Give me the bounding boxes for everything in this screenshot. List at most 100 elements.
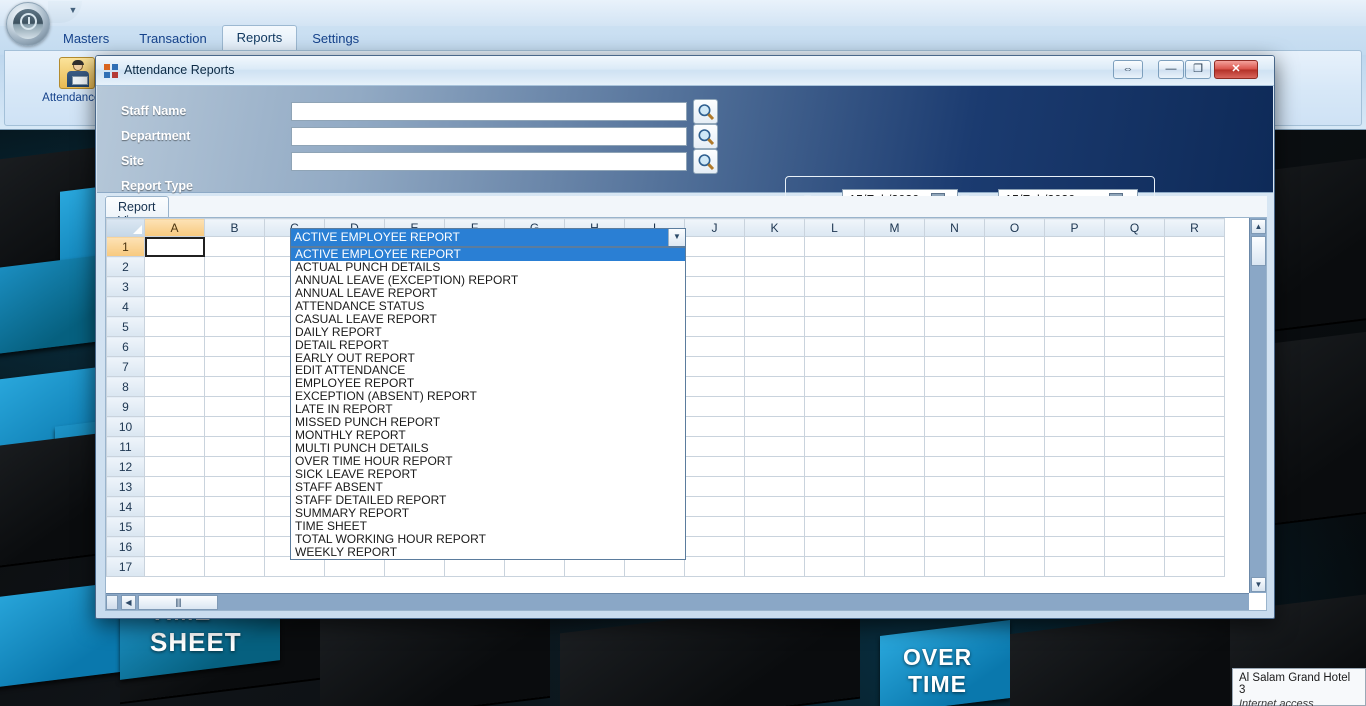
grid-cell[interactable] <box>1044 536 1105 557</box>
grid-cell[interactable] <box>204 536 265 557</box>
grid-cell[interactable] <box>864 316 925 337</box>
grid-cell[interactable] <box>864 256 925 277</box>
grid-cell[interactable] <box>744 296 805 317</box>
grid-cell[interactable] <box>924 536 985 557</box>
grid-cell[interactable] <box>684 416 745 437</box>
grid-cell[interactable] <box>924 356 985 377</box>
grid-cell[interactable] <box>1164 316 1225 337</box>
grid-cell[interactable] <box>984 416 1045 437</box>
column-header-p[interactable]: P <box>1044 218 1105 237</box>
grid-cell[interactable] <box>144 256 205 277</box>
hscroll-thumb[interactable]: |||| <box>138 595 218 610</box>
grid-cell[interactable] <box>804 496 865 517</box>
grid-cell[interactable] <box>924 296 985 317</box>
grid-cell[interactable] <box>804 556 865 577</box>
grid-cell[interactable] <box>864 236 925 257</box>
grid-cell[interactable] <box>804 256 865 277</box>
grid-cell[interactable] <box>744 376 805 397</box>
grid-cell[interactable] <box>1044 556 1105 577</box>
grid-cell[interactable] <box>984 276 1045 297</box>
report-type-combobox[interactable]: ACTIVE EMPLOYEE REPORT ▼ <box>290 228 686 247</box>
grid-cell[interactable] <box>684 536 745 557</box>
select-all-corner[interactable] <box>106 218 145 237</box>
grid-cell[interactable] <box>924 396 985 417</box>
grid-cell[interactable] <box>1164 296 1225 317</box>
grid-cell[interactable] <box>1104 236 1165 257</box>
grid-cell[interactable] <box>564 556 625 577</box>
grid-cell[interactable] <box>144 436 205 457</box>
grid-cell[interactable] <box>744 516 805 537</box>
grid-cell[interactable] <box>744 436 805 457</box>
grid-cell[interactable] <box>804 516 865 537</box>
dropdown-option[interactable]: DAILY REPORT <box>291 325 685 339</box>
grid-cell[interactable] <box>1044 496 1105 517</box>
grid-cell[interactable] <box>1044 456 1105 477</box>
grid-cell[interactable] <box>1104 296 1165 317</box>
grid-cell[interactable] <box>984 456 1045 477</box>
grid-cell[interactable] <box>804 236 865 257</box>
row-header-8[interactable]: 8 <box>106 376 145 397</box>
row-header-4[interactable]: 4 <box>106 296 145 317</box>
dropdown-option[interactable]: ACTIVE EMPLOYEE REPORT <box>291 248 685 261</box>
grid-cell[interactable] <box>684 496 745 517</box>
grid-cell[interactable] <box>1164 516 1225 537</box>
grid-cell[interactable] <box>684 476 745 497</box>
dropdown-option[interactable]: SUMMARY REPORT <box>291 506 685 520</box>
grid-cell[interactable] <box>684 456 745 477</box>
grid-cell[interactable] <box>924 276 985 297</box>
column-header-o[interactable]: O <box>984 218 1045 237</box>
grid-cell[interactable] <box>204 336 265 357</box>
grid-cell[interactable] <box>204 516 265 537</box>
grid-cell[interactable] <box>144 416 205 437</box>
hscroll-split-handle[interactable] <box>106 595 118 610</box>
grid-cell[interactable] <box>804 296 865 317</box>
row-header-11[interactable]: 11 <box>106 436 145 457</box>
grid-cell[interactable] <box>144 536 205 557</box>
column-header-q[interactable]: Q <box>1104 218 1165 237</box>
report-type-dropdown-list[interactable]: ACTIVE EMPLOYEE REPORT ACTUAL PUNCH DETAI… <box>290 247 686 560</box>
grid-cell[interactable] <box>204 556 265 577</box>
grid-cell[interactable] <box>924 476 985 497</box>
column-header-j[interactable]: J <box>684 218 745 237</box>
grid-cell[interactable] <box>204 416 265 437</box>
grid-cell[interactable] <box>204 496 265 517</box>
grid-cell[interactable] <box>1164 496 1225 517</box>
grid-cell[interactable] <box>204 436 265 457</box>
close-button[interactable]: ✕ <box>1214 60 1258 79</box>
grid-cell[interactable] <box>984 496 1045 517</box>
grid-cell[interactable] <box>1164 356 1225 377</box>
grid-cell[interactable] <box>144 336 205 357</box>
grid-cell[interactable] <box>864 356 925 377</box>
row-header-10[interactable]: 10 <box>106 416 145 437</box>
grid-cell[interactable] <box>744 416 805 437</box>
row-header-1[interactable]: 1 <box>106 236 145 257</box>
grid-cell[interactable] <box>324 556 385 577</box>
tab-masters[interactable]: Masters <box>48 26 124 51</box>
department-lookup-magnifier-icon[interactable] <box>693 124 718 149</box>
grid-cell[interactable] <box>744 456 805 477</box>
vscroll-thumb[interactable] <box>1251 226 1266 266</box>
grid-cell[interactable] <box>924 316 985 337</box>
grid-cell[interactable] <box>204 276 265 297</box>
grid-cell[interactable] <box>744 396 805 417</box>
row-header-5[interactable]: 5 <box>106 316 145 337</box>
grid-cell[interactable] <box>684 236 745 257</box>
grid-cell[interactable] <box>924 376 985 397</box>
grid-cell[interactable] <box>204 296 265 317</box>
grid-cell[interactable] <box>144 236 205 257</box>
grid-cell[interactable] <box>1044 416 1105 437</box>
grid-cell[interactable] <box>864 516 925 537</box>
grid-cell[interactable] <box>144 476 205 497</box>
grid-cell[interactable] <box>984 516 1045 537</box>
grid-cell[interactable] <box>864 396 925 417</box>
grid-cell[interactable] <box>1164 456 1225 477</box>
grid-cell[interactable] <box>744 276 805 297</box>
grid-cell[interactable] <box>144 496 205 517</box>
grid-cell[interactable] <box>984 536 1045 557</box>
grid-cell[interactable] <box>1044 236 1105 257</box>
grid-cell[interactable] <box>744 496 805 517</box>
spreadsheet-grid[interactable]: ABCDEFGHIJKLMNOPQR1234567891011121314151… <box>106 218 1266 610</box>
grid-cell[interactable] <box>1164 416 1225 437</box>
grid-cell[interactable] <box>864 456 925 477</box>
grid-cell[interactable] <box>684 556 745 577</box>
